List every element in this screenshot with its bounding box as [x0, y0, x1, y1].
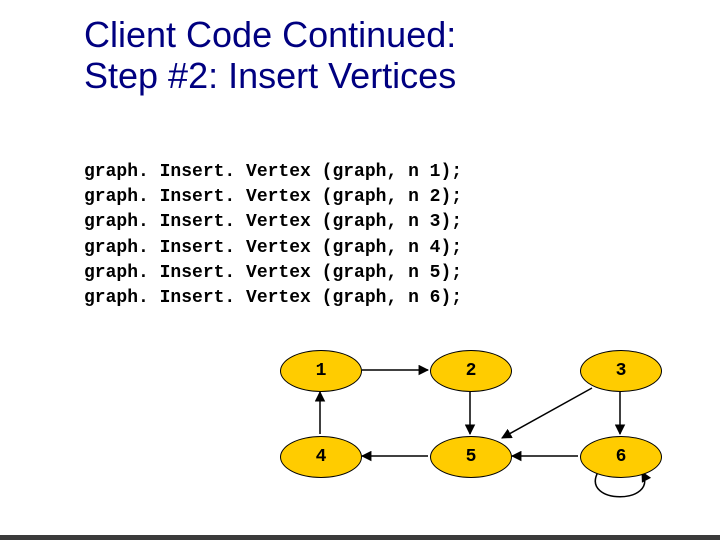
code-arg: n 2); [408, 185, 473, 210]
code-line: graph. Insert. Vertex (graph, n 3); [84, 210, 473, 235]
code-fn: graph. Insert. Vertex [84, 261, 322, 286]
code-line: graph. Insert. Vertex (graph, n 1); [84, 160, 473, 185]
graph-node-4: 4 [280, 436, 362, 478]
code-line: graph. Insert. Vertex (graph, n 4); [84, 236, 473, 261]
title-line-2: Step #2: Insert Vertices [84, 55, 456, 96]
code-arg: n 1); [408, 160, 473, 185]
code-fn: graph. Insert. Vertex [84, 286, 322, 311]
code-mid: (graph, [322, 160, 408, 185]
slide-title: Client Code Continued: Step #2: Insert V… [84, 14, 456, 97]
node-label: 2 [466, 361, 477, 381]
code-mid: (graph, [322, 185, 408, 210]
graph-diagram: 1 2 3 4 5 6 [280, 350, 680, 510]
graph-node-2: 2 [430, 350, 512, 392]
code-mid: (graph, [322, 210, 408, 235]
code-fn: graph. Insert. Vertex [84, 236, 322, 261]
code-mid: (graph, [322, 286, 408, 311]
graph-node-1: 1 [280, 350, 362, 392]
title-line-1: Client Code Continued: [84, 14, 456, 55]
code-arg: n 6); [408, 286, 473, 311]
code-mid: (graph, [322, 236, 408, 261]
node-label: 4 [316, 447, 327, 467]
code-block: graph. Insert. Vertex (graph, n 1); grap… [84, 160, 473, 311]
code-arg: n 3); [408, 210, 473, 235]
code-arg: n 5); [408, 261, 473, 286]
code-line: graph. Insert. Vertex (graph, n 2); [84, 185, 473, 210]
graph-node-5: 5 [430, 436, 512, 478]
node-label: 6 [616, 447, 627, 467]
graph-node-3: 3 [580, 350, 662, 392]
node-label: 5 [466, 447, 477, 467]
code-arg: n 4); [408, 236, 473, 261]
code-fn: graph. Insert. Vertex [84, 160, 322, 185]
code-fn: graph. Insert. Vertex [84, 185, 322, 210]
code-fn: graph. Insert. Vertex [84, 210, 322, 235]
code-line: graph. Insert. Vertex (graph, n 6); [84, 286, 473, 311]
graph-node-6: 6 [580, 436, 662, 478]
code-line: graph. Insert. Vertex (graph, n 5); [84, 261, 473, 286]
code-mid: (graph, [322, 261, 408, 286]
node-label: 3 [616, 361, 627, 381]
node-label: 1 [316, 361, 327, 381]
footer-stripe [0, 535, 720, 540]
